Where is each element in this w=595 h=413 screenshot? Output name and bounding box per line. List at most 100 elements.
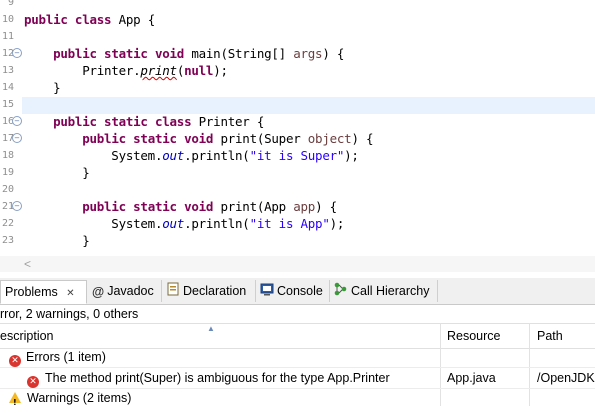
code-token: (: [176, 63, 185, 78]
line-number: 13: [1, 65, 14, 76]
problems-table-header: escription ▲ Resource Path: [0, 323, 595, 349]
line-number: 11: [1, 31, 14, 42]
declaration-icon: [166, 281, 180, 303]
code-token: );: [329, 216, 345, 231]
code-token: app: [293, 199, 316, 214]
line-number: 9: [7, 0, 14, 8]
code-token: ) {: [322, 46, 345, 61]
current-line-highlight: [22, 97, 595, 114]
code-token: args: [293, 46, 323, 61]
console-icon: [260, 281, 274, 303]
column-description[interactable]: escription: [0, 324, 54, 348]
code-token: public static void: [53, 46, 185, 61]
problem-row[interactable]: ✕ The method print(Super) is ambiguous f…: [0, 368, 595, 388]
code-token: Printer {: [191, 114, 265, 129]
code-token: main(String[]: [184, 46, 294, 61]
problem-path: /OpenJDK: [537, 371, 595, 385]
code-token: out: [162, 216, 185, 231]
fold-toggle-icon[interactable]: −: [12, 133, 22, 143]
code-editor[interactable]: 9 10 public class App {11 12− public static…: [0, 0, 595, 258]
code-token: ) {: [351, 131, 374, 146]
code-line[interactable]: System.out.println("it is Super");: [24, 147, 359, 164]
code-token: );: [344, 148, 359, 163]
errors-group-row[interactable]: ✕ Errors (1 item): [0, 347, 595, 367]
code-token: "it is App": [249, 216, 330, 231]
code-token: out: [162, 148, 185, 163]
code-token: );: [213, 63, 228, 78]
code-token: }: [24, 165, 90, 180]
code-line[interactable]: public class App {: [24, 11, 155, 28]
problem-resource: App.java: [447, 371, 496, 385]
column-path[interactable]: Path: [537, 324, 563, 348]
code-token: System.: [24, 216, 163, 231]
tab-call-hierarchy[interactable]: Call Hierarchy: [330, 280, 438, 302]
call-hierarchy-icon: [334, 281, 348, 303]
problem-description: The method print(Super) is ambiguous for…: [45, 371, 390, 385]
javadoc-icon: @: [92, 284, 105, 299]
code-line[interactable]: Printer.print(null);: [24, 62, 228, 79]
line-number: 10: [1, 14, 14, 25]
tab-declaration-label: Declaration: [183, 284, 247, 298]
warnings-group-row[interactable]: Warnings (2 items): [0, 388, 595, 413]
code-token: "it is Super": [249, 148, 345, 163]
code-token: public class: [24, 12, 112, 27]
code-token: public static void: [82, 131, 214, 146]
error-icon: ✕: [9, 355, 21, 367]
code-line[interactable]: public static class Printer {: [24, 113, 264, 130]
fold-toggle-icon[interactable]: −: [12, 48, 22, 58]
tab-console-label: Console: [277, 284, 323, 298]
code-line[interactable]: }: [24, 79, 61, 96]
code-token: App {: [111, 12, 156, 27]
code-token: .println(: [184, 148, 250, 163]
code-token: public static class: [53, 114, 192, 129]
tab-problems[interactable]: Problems ✕: [0, 280, 87, 304]
tab-console[interactable]: Console: [256, 280, 330, 302]
code-line[interactable]: }: [24, 164, 90, 181]
warning-icon: [9, 392, 21, 413]
code-token: print(App: [213, 199, 294, 214]
error-icon: ✕: [27, 376, 39, 388]
code-token: print: [140, 63, 177, 78]
code-token: null: [184, 63, 214, 78]
tab-problems-label: Problems: [5, 285, 58, 299]
line-number: 15: [1, 99, 14, 110]
code-line[interactable]: }: [24, 232, 90, 249]
code-line[interactable]: System.out.println("it is App");: [24, 215, 344, 232]
sort-indicator-icon: ▲: [207, 324, 215, 333]
tab-javadoc[interactable]: @ Javadoc: [88, 280, 162, 302]
code-token: System.: [24, 148, 163, 163]
code-line[interactable]: public static void main(String[] args) {: [24, 45, 344, 62]
line-number: 23: [1, 235, 14, 246]
tab-call-hierarchy-label: Call Hierarchy: [351, 284, 430, 298]
code-token: ) {: [315, 199, 337, 214]
errors-group-label: Errors (1 item): [26, 350, 106, 364]
line-number: 18: [1, 150, 14, 161]
tab-javadoc-label: Javadoc: [107, 284, 154, 298]
line-number: 19: [1, 167, 14, 178]
fold-toggle-icon[interactable]: −: [12, 201, 22, 211]
code-token: .println(: [184, 216, 250, 231]
code-token: }: [24, 80, 61, 95]
line-number: 14: [1, 82, 14, 93]
warnings-group-label: Warnings (2 items): [27, 391, 132, 405]
problems-summary: rror, 2 warnings, 0 others: [0, 305, 595, 323]
tab-declaration[interactable]: Declaration: [162, 280, 256, 302]
line-number: 22: [1, 218, 14, 229]
fold-toggle-icon[interactable]: −: [12, 116, 22, 126]
code-token: public static void: [82, 199, 214, 214]
code-token: }: [24, 233, 90, 248]
line-number: 20: [1, 184, 14, 195]
editor-horizontal-scrollbar[interactable]: <: [0, 256, 595, 272]
scroll-left-arrow[interactable]: <: [24, 257, 31, 271]
column-resource[interactable]: Resource: [447, 324, 501, 348]
code-line[interactable]: public static void print(Super object) {: [24, 130, 373, 147]
code-token: Printer.: [24, 63, 141, 78]
view-tab-bar: Problems ✕ @ Javadoc Declaration Console …: [0, 278, 595, 305]
close-icon[interactable]: ✕: [66, 288, 74, 299]
code-token: print(Super: [213, 131, 308, 146]
code-line[interactable]: public static void print(App app) {: [24, 198, 337, 215]
